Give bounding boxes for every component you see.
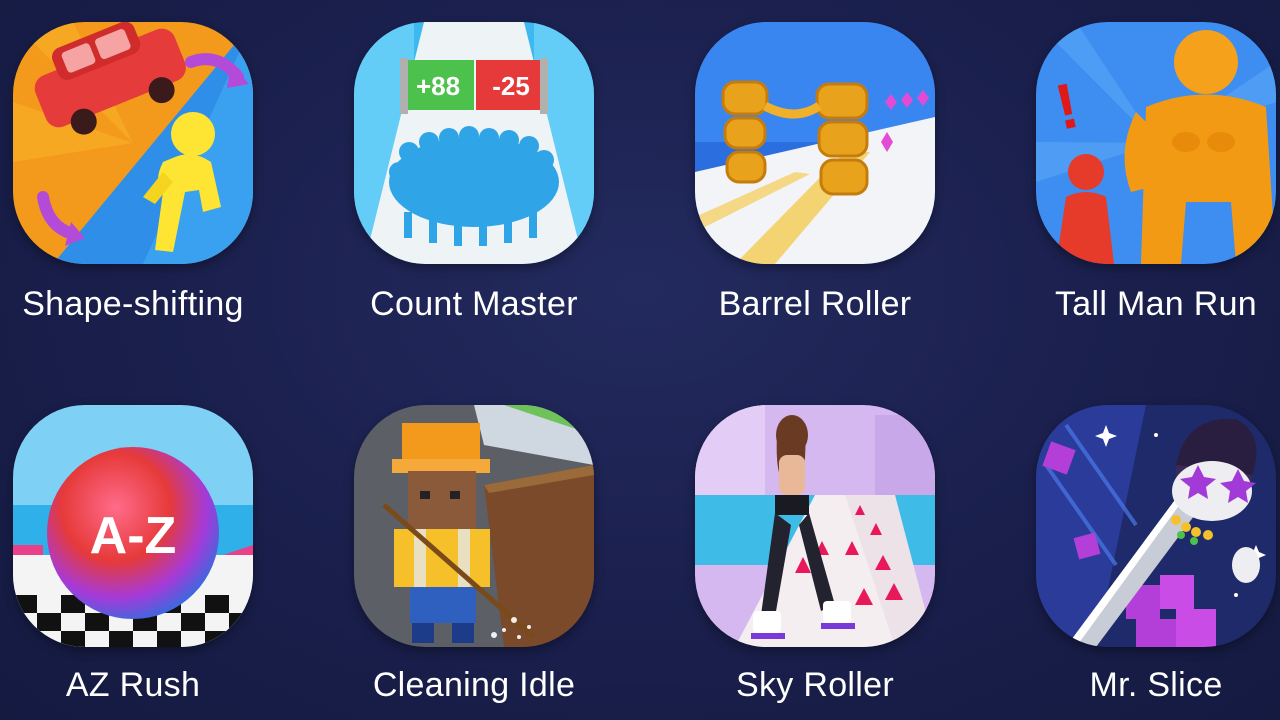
az-rush-icon[interactable]: A-Z (13, 405, 253, 647)
cleaning-idle-icon[interactable] (354, 405, 594, 647)
az-rush-ball-text: A-Z (90, 507, 177, 565)
count-master-gate-plus: +88 (416, 71, 460, 101)
app-label-az-rush: AZ Rush (65, 666, 201, 704)
app-tile-cleaning-idle[interactable]: Cleaning Idle (343, 385, 603, 715)
count-master-icon[interactable]: +88 -25 (354, 22, 594, 264)
app-tile-shape-shifting[interactable]: Shape-shifting (2, 0, 262, 330)
app-label-barrel-roller: Barrel Roller (718, 285, 912, 323)
sky-roller-icon[interactable] (695, 405, 935, 647)
shape-shifting-icon[interactable] (13, 22, 253, 264)
app-label-count-master: Count Master (370, 285, 578, 323)
app-label-cleaning-idle: Cleaning Idle (372, 666, 576, 704)
app-tile-tall-man-run[interactable]: ! Tall Man Run (1025, 0, 1280, 330)
app-tile-mr-slice[interactable]: Mr. Slice (1025, 385, 1280, 715)
app-grid: Shape-shifting +88 -25 Count Master Barr… (0, 0, 1280, 720)
app-tile-count-master[interactable]: +88 -25 Count Master (343, 0, 603, 330)
mr-slice-icon[interactable] (1036, 405, 1276, 647)
app-label-sky-roller: Sky Roller (736, 666, 894, 704)
barrel-roller-icon[interactable] (695, 22, 935, 264)
app-label-shape-shifting: Shape-shifting (22, 285, 244, 323)
app-label-tall-man-run: Tall Man Run (1054, 285, 1258, 323)
tall-man-run-icon[interactable]: ! (1036, 22, 1276, 264)
app-tile-az-rush[interactable]: A-Z AZ Rush (2, 385, 262, 715)
app-tile-barrel-roller[interactable]: Barrel Roller (684, 0, 944, 330)
app-tile-sky-roller[interactable]: Sky Roller (684, 385, 944, 715)
app-label-mr-slice: Mr. Slice (1089, 666, 1223, 704)
count-master-gate-minus: -25 (492, 71, 530, 101)
